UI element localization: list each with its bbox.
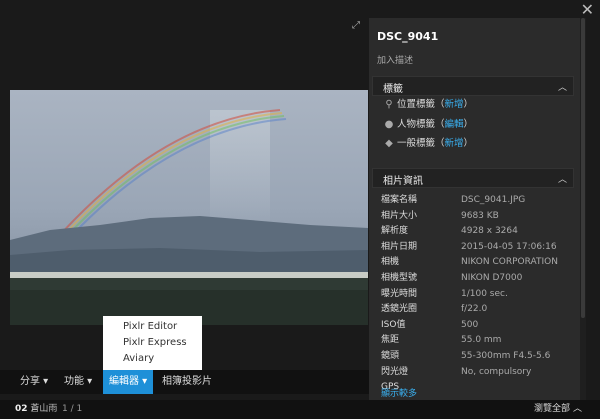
info-value: No, compulsory (461, 366, 532, 377)
info-key: 相機型號 (381, 272, 418, 283)
info-value: 55-300mm F4.5-5.6 (461, 350, 551, 361)
person-tag-row: ● 人物標籤（編輯） (383, 118, 473, 132)
editor-dropdown-menu: Pixlr Editor Pixlr Express Aviary (103, 316, 202, 370)
menu-item-aviary[interactable]: Aviary (103, 351, 202, 367)
info-value: NIKON D7000 (461, 272, 523, 283)
location-tag-end: ） (463, 99, 474, 110)
photo (10, 90, 368, 325)
info-key: 透鏡光圈 (381, 304, 418, 315)
photo-info-list: 檔案名稱 DSC_9041.JPG 相片大小 9683 KB 解析度 4928 x 3… (381, 193, 558, 396)
info-key: 曝光時間 (381, 288, 418, 299)
info-key: 閃光燈 (381, 366, 409, 377)
info-row: 相片日期 2015-04-05 17:06:16 (381, 240, 558, 256)
general-tag-row: ◆ 一般標籤（新增） (383, 137, 473, 151)
show-more-link[interactable]: 顯示較多 (381, 386, 417, 399)
info-value: DSC_9041.JPG (461, 195, 526, 205)
photo-info-section-header[interactable]: 相片資訊 ︿ (372, 168, 574, 188)
info-value: 500 (461, 319, 479, 330)
editor-button[interactable]: 編輯器 ▾ (103, 370, 154, 394)
tags-header-label: 標籤 (383, 84, 403, 95)
info-row: 相機 NIKON CORPORATION (381, 255, 558, 271)
info-row: 閃光燈 No, compulsory (381, 365, 558, 381)
location-tag-row: ⚲ 位置標籤（新增） (383, 98, 473, 112)
info-row: 透鏡光圈 f/22.0 (381, 302, 558, 318)
info-row: 檔案名稱 DSC_9041.JPG (381, 193, 558, 209)
info-row: 焦距 55.0 mm (381, 333, 558, 349)
scrollbar-thumb[interactable] (581, 18, 585, 318)
photo-title[interactable]: DSC_9041 (377, 30, 438, 43)
description-field[interactable]: 加入描述 (377, 53, 413, 66)
panel-scrollbar[interactable] (580, 18, 586, 400)
location-icon: ⚲ (385, 99, 393, 110)
functions-button[interactable]: 功能 ▾ (58, 370, 98, 394)
menu-item-pixlr-editor[interactable]: Pixlr Editor (103, 319, 202, 335)
photo-counter: 1 / 1 (62, 404, 83, 414)
chevron-up-icon[interactable]: ︿ (573, 400, 582, 419)
general-tag-add-link[interactable]: 新增 (445, 138, 464, 149)
general-tag-end: ） (463, 138, 474, 149)
info-key: 相片大小 (381, 210, 418, 221)
info-key: 相機 (381, 257, 400, 268)
info-value: 4928 x 3264 (461, 226, 518, 237)
info-value: 55.0 mm (461, 335, 502, 346)
info-value: f/22.0 (461, 304, 488, 315)
info-key: 相片日期 (381, 241, 418, 252)
tag-icon: ◆ (385, 138, 393, 149)
photo-toolbar: 分享 ▾ 功能 ▾ 編輯器 ▾ 相簿投影片 (0, 370, 369, 394)
album-name: 蒼山雨 (30, 404, 58, 414)
menu-item-pixlr-express[interactable]: Pixlr Express (103, 335, 202, 351)
person-tag-label: 人物標籤（ (397, 119, 445, 130)
browse-all-button[interactable]: 瀏覽全部 (534, 400, 570, 419)
close-icon[interactable]: ✕ (581, 2, 594, 18)
general-tag-label: 一般標籤（ (397, 138, 445, 149)
collapse-icon[interactable]: ︿ (558, 172, 567, 185)
expand-icon[interactable]: ⤢ (352, 20, 364, 32)
info-value: 2015-04-05 17:06:16 (461, 241, 557, 252)
collapse-icon[interactable]: ︿ (558, 80, 567, 93)
photo-info-header-label: 相片資訊 (383, 176, 423, 187)
person-tag-end: ） (463, 119, 474, 130)
info-value: NIKON CORPORATION (461, 257, 558, 268)
info-row: 曝光時間 1/100 sec. (381, 287, 558, 303)
location-tag-add-link[interactable]: 新增 (445, 99, 464, 110)
info-value: 1/100 sec. (461, 288, 508, 299)
person-icon: ● (384, 119, 394, 130)
info-row: 相機型號 NIKON D7000 (381, 271, 558, 287)
album-slideshow-button[interactable]: 相簿投影片 (156, 370, 218, 394)
info-row: 相片大小 9683 KB (381, 209, 558, 225)
info-row: 鏡頭 55-300mm F4.5-5.6 (381, 349, 558, 365)
info-panel: DSC_9041 加入描述 標籤 ︿ ⚲ 位置標籤（新增） ● 人物標籤（編輯） ◆… (369, 18, 580, 400)
footer-bar: 02 蒼山雨 1 / 1 瀏覽全部 ︿ (0, 400, 600, 419)
share-button[interactable]: 分享 ▾ (14, 370, 54, 394)
info-key: 檔案名稱 (381, 195, 418, 205)
info-row: 解析度 4928 x 3264 (381, 224, 558, 240)
info-key: 鏡頭 (381, 350, 400, 361)
tags-section-header[interactable]: 標籤 ︿ (372, 76, 574, 96)
album-index: 02 (15, 404, 28, 414)
photo-image (10, 90, 368, 325)
album-label[interactable]: 02 蒼山雨 (15, 400, 57, 419)
info-key: 焦距 (381, 335, 400, 346)
info-row: ISO值 500 (381, 318, 558, 334)
info-value: 9683 KB (461, 210, 499, 221)
location-tag-label: 位置標籤（ (397, 99, 445, 110)
photo-viewer: ⤢ 分享 ▾ 功能 ▾ 編輯器 ▾ 相簿投影片 Pixlr Editor Pix… (0, 0, 369, 400)
info-key: ISO值 (381, 319, 406, 330)
info-key: 解析度 (381, 226, 409, 237)
person-tag-edit-link[interactable]: 編輯 (445, 119, 464, 130)
